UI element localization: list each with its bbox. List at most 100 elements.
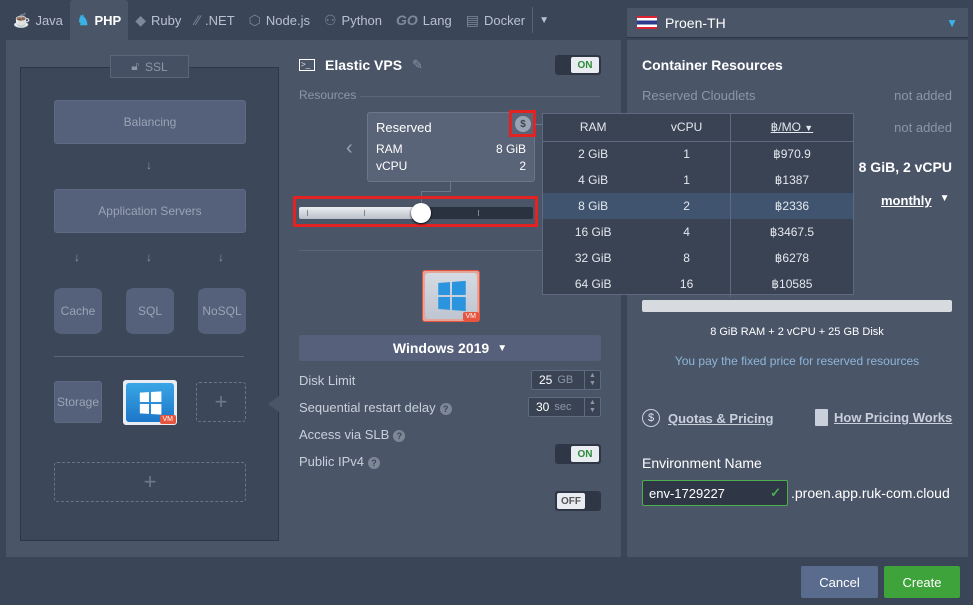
thailand-flag-icon	[637, 16, 657, 29]
cancel-button[interactable]: Cancel	[801, 566, 878, 598]
fixed-price-note: You pay the fixed price for reserved res…	[674, 354, 920, 368]
tabs-more-dropdown[interactable]: ▼	[532, 7, 555, 33]
help-icon[interactable]: ?	[439, 402, 452, 415]
slb-toggle[interactable]: ON	[555, 444, 601, 464]
check-icon: ✓	[770, 485, 781, 500]
divider	[360, 96, 600, 97]
resources-summary: 8 GiB RAM + 2 vCPU + 25 GB Disk	[710, 326, 884, 338]
pricing-row[interactable]: 4 GiB 1 ฿1387	[543, 167, 853, 193]
reserved-ram-value: 8 GiB	[495, 142, 526, 156]
storage-node[interactable]: Storage	[54, 381, 102, 423]
application-servers-node[interactable]: Application Servers	[54, 189, 246, 233]
create-button[interactable]: Create	[884, 566, 960, 598]
add-layer-button[interactable]: +	[54, 462, 246, 502]
pricing-row[interactable]: 16 GiB 4 ฿3467.5	[543, 219, 853, 245]
env-domain-suffix: .proen.app.ruk-com.cloud	[791, 485, 950, 501]
env-name-input[interactable]: env-1729227 ✓	[642, 480, 788, 506]
windows-vps-node[interactable]: VM	[123, 380, 177, 425]
add-node-button[interactable]: +	[196, 382, 246, 422]
terminal-icon[interactable]: >_	[299, 59, 315, 71]
not-added-value: not added	[894, 120, 952, 135]
document-icon	[815, 409, 828, 426]
nosql-node[interactable]: NoSQL	[198, 288, 246, 334]
help-icon[interactable]: ?	[393, 429, 406, 442]
windows-icon: VM	[126, 383, 176, 424]
disk-limit-input[interactable]: 25 GB ▲ ▼	[531, 370, 601, 390]
tab-dotnet[interactable]: ∕∕ .NET	[188, 0, 241, 40]
pricing-table: RAM vCPU ฿/MO ▼ 2 GiB 1 ฿970.9 4 GiB 1 ฿1387 8…	[543, 114, 853, 297]
quotas-pricing-link[interactable]: $ Quotas & Pricing	[642, 409, 773, 427]
pricing-row[interactable]: 2 GiB 1 ฿970.9	[543, 141, 853, 167]
dollar-coin-icon[interactable]: $	[515, 116, 531, 132]
slider-handle[interactable]	[411, 203, 431, 223]
pricing-row[interactable]: 8 GiB 2 ฿2336	[543, 193, 853, 219]
windows-icon: VM	[425, 273, 479, 321]
tab-java[interactable]: ☕ Java	[6, 0, 70, 40]
region-selector[interactable]: Proen-TH ▼	[627, 8, 968, 38]
node-header: >_ Elastic VPS ✎	[299, 57, 423, 73]
lock-icon: 🔓︎	[131, 59, 140, 73]
reserved-cloudlets-label: Reserved Cloudlets	[642, 88, 756, 103]
reserved-title: Reserved	[376, 120, 432, 135]
php-icon: ♞	[76, 11, 90, 28]
slider-fill	[299, 207, 423, 219]
env-name-label: Environment Name	[642, 455, 762, 471]
arrow-down-icon: ↓	[218, 250, 224, 264]
node-title: Elastic VPS	[325, 57, 403, 73]
go-icon: GO	[396, 12, 418, 28]
region-name: Proen-TH	[665, 14, 726, 31]
tab-nodejs[interactable]: ⬡ Node.js	[242, 0, 317, 40]
restart-delay-label: Sequential restart delay?	[299, 400, 452, 415]
reserved-slider[interactable]	[299, 203, 533, 223]
balancing-node[interactable]: Balancing	[54, 100, 246, 144]
connector-line	[421, 191, 451, 192]
slb-label: Access via SLB?	[299, 427, 406, 442]
currency-sort-header[interactable]: ฿/MO ▼	[729, 114, 853, 142]
chevron-down-icon: ▼	[804, 123, 814, 134]
node-power-toggle[interactable]: ON	[555, 55, 601, 75]
tab-php[interactable]: ♞ PHP	[69, 0, 129, 40]
pricing-row[interactable]: 32 GiB 8 ฿6278	[543, 245, 853, 271]
tab-go[interactable]: GO Lang	[389, 0, 459, 40]
sql-node[interactable]: SQL	[126, 288, 174, 334]
how-pricing-works-link[interactable]: How Pricing Works	[815, 409, 952, 426]
period-select[interactable]: monthly ▼	[881, 193, 949, 208]
chevron-down-icon: ▼	[497, 342, 508, 354]
chevron-left-icon[interactable]: ‹	[346, 137, 353, 160]
tab-docker[interactable]: ▤ Docker	[459, 0, 532, 40]
help-icon[interactable]: ?	[368, 456, 381, 469]
python-icon: ⚇	[323, 11, 337, 28]
pricing-table-dropdown: RAM vCPU ฿/MO ▼ 2 GiB 1 ฿970.9 4 GiB 1 ฿1387 8…	[542, 113, 854, 297]
ssl-toggle[interactable]: 🔓︎ SSL	[110, 55, 189, 78]
arrow-down-icon: ↓	[74, 250, 80, 264]
reserved-vcpu-value: 2	[519, 159, 526, 173]
ipv4-label: Public IPv4?	[299, 454, 381, 469]
chevron-down-icon: ▼	[539, 14, 550, 26]
tab-ruby[interactable]: ◆ Ruby	[128, 0, 188, 40]
ruby-icon: ◆	[135, 11, 146, 28]
disk-limit-label: Disk Limit	[299, 373, 356, 388]
not-added-value: not added	[894, 88, 952, 103]
dotnet-icon: ∕∕	[195, 12, 201, 28]
divider	[54, 356, 244, 357]
cache-node[interactable]: Cache	[54, 288, 102, 334]
tab-python[interactable]: ⚇ Python	[317, 0, 389, 40]
chevron-down-icon: ▼	[946, 16, 958, 30]
container-title: Container Resources	[642, 57, 783, 73]
pencil-icon[interactable]: ✎	[412, 57, 423, 73]
ipv4-toggle[interactable]: OFF	[555, 491, 601, 511]
nodejs-icon: ⬡	[248, 11, 261, 28]
pricing-row[interactable]: 64 GiB 16 ฿10585	[543, 271, 853, 297]
chevron-down-icon: ▼	[939, 193, 950, 204]
stepper-icon[interactable]: ▲ ▼	[584, 371, 600, 389]
java-icon: ☕	[13, 11, 31, 28]
dollar-circle-icon: $	[642, 409, 660, 427]
panel-pointer	[268, 395, 280, 413]
price-bar	[642, 300, 952, 312]
restart-delay-input[interactable]: 30 sec ▲ ▼	[528, 397, 601, 417]
resources-label: Resources	[299, 88, 357, 102]
engine-tabs: ☕ Java ♞ PHP ◆ Ruby ∕∕ .NET ⬡ Node.js ⚇ Python…	[0, 0, 620, 40]
os-version-select[interactable]: Windows 2019 ▼	[299, 335, 601, 361]
stepper-icon[interactable]: ▲ ▼	[584, 398, 600, 416]
reserved-summary: 8 GiB, 2 vCPU	[858, 159, 952, 175]
